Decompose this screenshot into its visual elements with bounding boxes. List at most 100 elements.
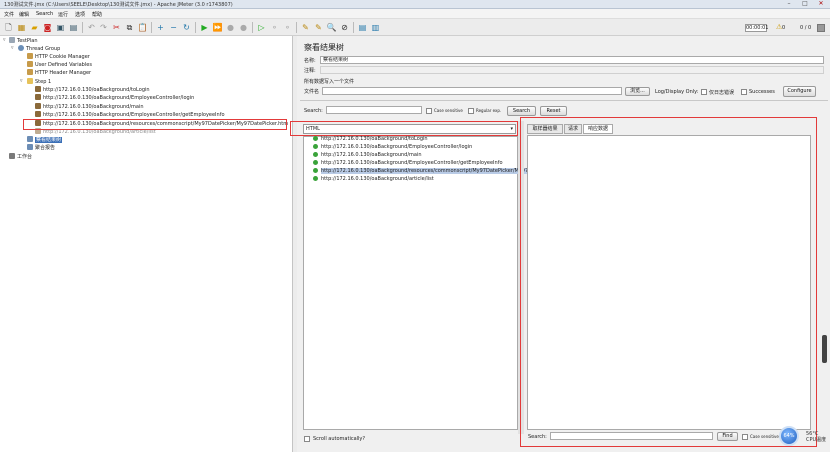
- tree-node-workbench[interactable]: 工作台: [9, 153, 32, 160]
- toggle-icon[interactable]: ↻: [181, 22, 192, 33]
- stop-icon[interactable]: ●: [225, 22, 236, 33]
- tree-node-sampler[interactable]: http://172.16.0.130/oaBackground/toLogin: [35, 86, 150, 93]
- error-count: 0: [782, 25, 786, 31]
- name-input[interactable]: 察看结果树: [320, 56, 824, 64]
- paste-icon[interactable]: 📋: [137, 22, 148, 33]
- tree-node-sampler[interactable]: http://172.16.0.130/oaBackground/Employe…: [35, 94, 194, 101]
- tab-sampler-result[interactable]: 取样器结果: [527, 124, 563, 134]
- search-label: Search:: [304, 108, 323, 114]
- success-icon: [313, 152, 318, 157]
- tab-request[interactable]: 请求: [564, 124, 582, 134]
- comment-input[interactable]: [320, 66, 824, 74]
- regex-checkbox[interactable]: [468, 108, 474, 114]
- close-button[interactable]: ✕: [814, 0, 828, 8]
- bottom-search-input[interactable]: [550, 432, 713, 440]
- result-item[interactable]: http://172.16.0.130/oaBackground/article…: [313, 176, 434, 183]
- collapse-toggle-icon[interactable]: ▿: [3, 37, 6, 43]
- thread-count: 0 / 0: [800, 25, 812, 31]
- success-icon: [313, 168, 318, 173]
- bottom-case-checkbox[interactable]: [742, 434, 748, 440]
- collapse-icon[interactable]: −: [168, 22, 179, 33]
- redo-icon[interactable]: ↷: [98, 22, 109, 33]
- search-button[interactable]: Search: [507, 106, 536, 116]
- bottom-case-label: Case sensitive: [750, 434, 779, 439]
- find-button[interactable]: Find: [717, 432, 738, 441]
- menu-file[interactable]: 文件: [4, 11, 14, 18]
- toolbar-divider: [151, 22, 152, 33]
- wrench-icon: [27, 61, 33, 67]
- wrench-icon: [27, 53, 33, 59]
- search-input[interactable]: [326, 106, 422, 114]
- tree-node-view-results[interactable]: 察看结果树: [27, 136, 63, 143]
- success-icon: [313, 144, 318, 149]
- open-folder-icon[interactable]: ▰: [29, 22, 40, 33]
- configure-button[interactable]: Configure: [783, 86, 816, 97]
- filename-input[interactable]: [322, 87, 622, 95]
- minimize-button[interactable]: –: [782, 0, 796, 8]
- result-item[interactable]: http://172.16.0.130/oaBackground/Employe…: [313, 144, 472, 151]
- tree-node-test-plan[interactable]: TestPlan: [9, 37, 37, 44]
- remote-stop-icon[interactable]: ⚬: [269, 22, 280, 33]
- filename-label: 文件名: [304, 89, 320, 95]
- tree-node-sampler[interactable]: http://172.16.0.130/oaBackground/Employe…: [35, 111, 225, 118]
- shutdown-icon[interactable]: ●: [238, 22, 249, 33]
- scroll-auto-label: Scroll automatically?: [313, 436, 366, 442]
- help-icon[interactable]: ▥: [370, 22, 381, 33]
- errors-only-checkbox[interactable]: [701, 89, 707, 95]
- templates-icon[interactable]: ▦: [16, 22, 27, 33]
- maximize-button[interactable]: □: [798, 0, 812, 8]
- tree-node-user-vars[interactable]: User Defined Variables: [27, 61, 92, 68]
- report-icon: [27, 144, 33, 150]
- browse-button[interactable]: 浏览...: [625, 87, 650, 96]
- save-as-icon[interactable]: ▤: [68, 22, 79, 33]
- save-icon[interactable]: ▣: [55, 22, 66, 33]
- successes-checkbox[interactable]: [741, 89, 747, 95]
- tree-node-cookie-manager[interactable]: HTTP Cookie Manager: [27, 53, 90, 60]
- case-sensitive-label: Case sensitive: [434, 108, 463, 113]
- tree-node-sampler[interactable]: http://172.16.0.130/oaBackground/main: [35, 103, 144, 110]
- remote-shutdown-icon[interactable]: ⚬: [282, 22, 293, 33]
- result-item-selected[interactable]: http://172.16.0.130/oaBackground/resourc…: [313, 168, 541, 175]
- case-sensitive-checkbox[interactable]: [426, 108, 432, 114]
- menu-help[interactable]: 帮助: [92, 11, 102, 18]
- collapse-toggle-icon[interactable]: ▿: [20, 78, 23, 84]
- start-no-pause-icon[interactable]: ⏩: [212, 22, 223, 33]
- scrollbar-thumb[interactable]: [822, 335, 827, 363]
- comment-label: 注释:: [304, 68, 316, 74]
- write-all-label: 所有数据写入一个文件: [304, 79, 355, 85]
- function-helper-icon[interactable]: ▤: [357, 22, 368, 33]
- tree-node-step[interactable]: Step 1: [27, 78, 51, 85]
- cpu-temp: 56°C CPU温度: [806, 431, 827, 443]
- cut-icon[interactable]: ✂: [111, 22, 122, 33]
- close-file-icon[interactable]: ◙: [42, 22, 53, 33]
- copy-icon[interactable]: ⧉: [124, 22, 135, 33]
- clear-all-icon[interactable]: ✎: [313, 22, 324, 33]
- start-icon[interactable]: ▶: [199, 22, 210, 33]
- clear-icon[interactable]: ✎: [300, 22, 311, 33]
- toolbar-divider: [252, 22, 253, 33]
- tree-node-header-manager[interactable]: HTTP Header Manager: [27, 69, 91, 76]
- renderer-select[interactable]: HTML ▾: [303, 124, 516, 134]
- undo-icon[interactable]: ↶: [86, 22, 97, 33]
- result-item[interactable]: http://172.16.0.130/oaBackground/Employe…: [313, 160, 503, 167]
- scroll-auto-checkbox[interactable]: [304, 436, 310, 442]
- search-icon[interactable]: 🔍: [326, 22, 337, 33]
- collapse-toggle-icon[interactable]: ▿: [11, 45, 14, 51]
- result-item[interactable]: http://172.16.0.130/oaBackground/toLogin: [313, 136, 428, 143]
- tree-node-thread-group[interactable]: Thread Group: [18, 45, 60, 52]
- workbench-icon: [9, 153, 15, 159]
- remote-start-icon[interactable]: ▷: [256, 22, 267, 33]
- tree-node-aggregate-report[interactable]: 聚合报告: [27, 144, 55, 151]
- reset-button[interactable]: Reset: [540, 106, 567, 116]
- menu-options[interactable]: 选项: [75, 11, 85, 18]
- result-item[interactable]: http://172.16.0.130/oaBackground/main: [313, 152, 422, 159]
- menu-edit[interactable]: 编辑: [19, 11, 29, 18]
- log-display-label: Log/Display Only:: [655, 89, 699, 95]
- menu-run[interactable]: 运行: [58, 11, 68, 18]
- menu-search[interactable]: Search: [36, 11, 53, 17]
- reset-search-icon[interactable]: ⊘: [339, 22, 350, 33]
- expand-icon[interactable]: +: [155, 22, 166, 33]
- pipette-icon: [35, 94, 41, 100]
- tab-response-data[interactable]: 响应数据: [583, 124, 613, 134]
- new-file-icon[interactable]: 🗋: [3, 22, 14, 33]
